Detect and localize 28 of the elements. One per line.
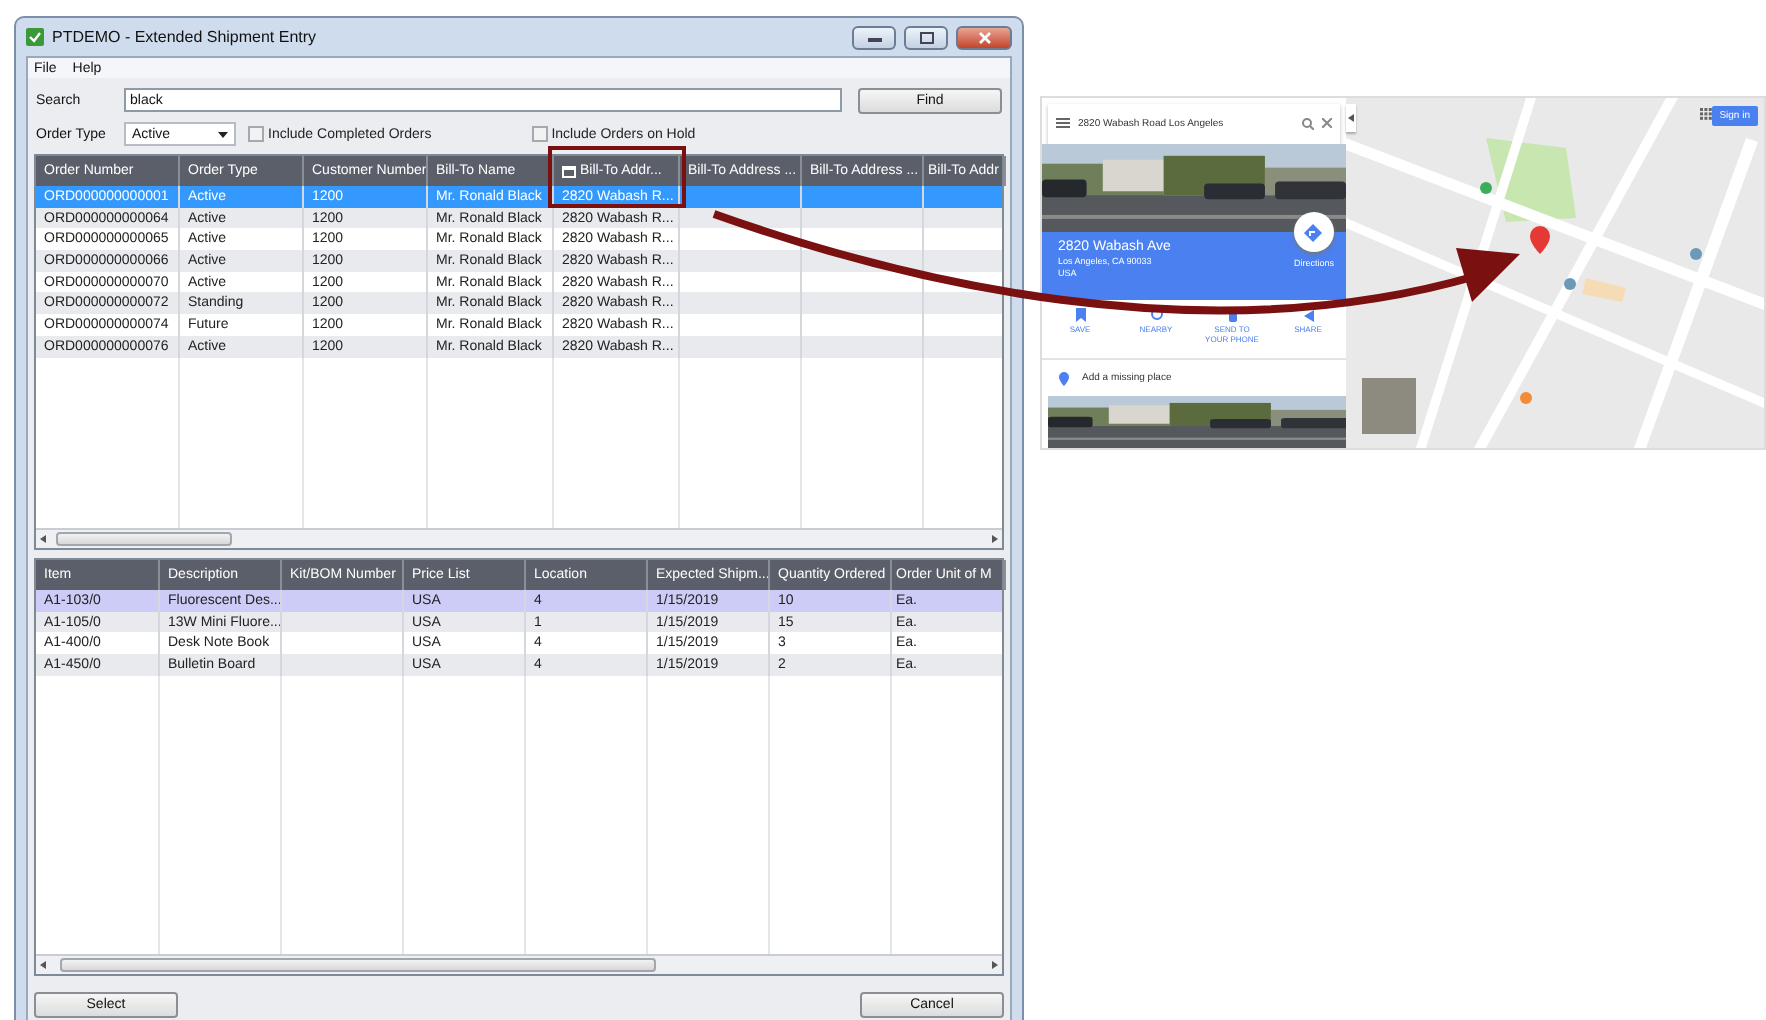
dropdown-arrow-icon (218, 131, 228, 137)
close-icon (977, 31, 991, 43)
maximize-button[interactable] (904, 25, 948, 49)
app-icon (26, 28, 44, 46)
scroll-right-icon[interactable] (986, 534, 1002, 544)
minimize-icon (867, 33, 881, 41)
action-icon (1301, 307, 1315, 322)
checkbox[interactable] (531, 126, 548, 142)
menu-icon (1056, 118, 1070, 129)
search-icon[interactable] (1302, 117, 1314, 130)
close-button[interactable] (956, 25, 1012, 49)
window-title: PTDEMO - Extended Shipment Entry (52, 28, 319, 46)
minimize-button[interactable] (852, 25, 896, 49)
add-place-icon (1058, 371, 1070, 386)
highlight-frame (548, 146, 686, 208)
scroll-left-icon[interactable] (36, 960, 52, 970)
scroll-right-icon[interactable] (986, 960, 1002, 970)
scroll-left-icon[interactable] (36, 534, 52, 544)
checkbox[interactable] (248, 126, 264, 142)
horizontal-scrollbar[interactable] (36, 954, 1002, 974)
directions-icon (1304, 223, 1323, 242)
action-icon (1149, 307, 1163, 322)
close-icon[interactable] (1322, 118, 1332, 129)
maximize-icon (919, 31, 933, 43)
window-icon (562, 165, 576, 177)
horizontal-scrollbar[interactable] (36, 528, 1002, 548)
action-icon (1073, 307, 1087, 322)
directions-button[interactable] (1293, 212, 1334, 253)
